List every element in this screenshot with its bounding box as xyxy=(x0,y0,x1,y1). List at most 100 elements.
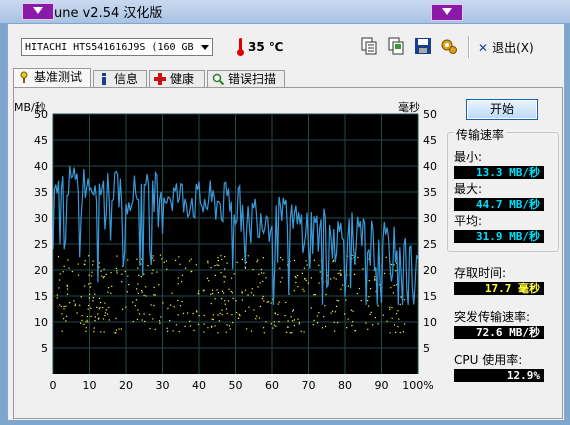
access-time-point xyxy=(208,280,210,282)
exit-label: 退出(X) xyxy=(492,41,534,55)
tab-health[interactable]: 健康 xyxy=(149,70,205,87)
options-icon[interactable] xyxy=(440,37,458,55)
access-time-point xyxy=(93,327,95,329)
copy-image-icon[interactable] xyxy=(387,37,405,55)
access-time-point xyxy=(278,320,280,323)
access-time-point xyxy=(152,255,154,257)
access-time-point xyxy=(212,314,215,316)
access-time-point xyxy=(310,307,312,309)
access-time-point xyxy=(221,290,224,292)
access-time-point xyxy=(220,255,222,257)
close-icon: ✕ xyxy=(478,41,489,55)
access-time-point xyxy=(313,259,315,261)
access-time-point xyxy=(279,256,282,259)
access-time-point xyxy=(383,272,386,275)
access-time-point xyxy=(250,292,253,294)
cpu-usage-value: 12.9% xyxy=(454,369,544,382)
y-tick-label-left: 35 xyxy=(34,186,48,199)
tab-info[interactable]: 信息 xyxy=(93,70,147,87)
access-time-point xyxy=(374,317,376,319)
access-time-point xyxy=(203,314,205,317)
drive-select-value: HITACHI HTS541616J9S (160 GB xyxy=(25,42,194,53)
access-time-point xyxy=(279,281,282,283)
access-time-point xyxy=(156,271,158,273)
chevron-down-icon[interactable] xyxy=(201,45,209,50)
access-time-point xyxy=(224,276,227,278)
x-tick-label: 70 xyxy=(302,379,316,392)
access-time-point xyxy=(303,331,305,333)
access-time-point xyxy=(266,301,268,303)
access-time-point xyxy=(93,331,95,333)
access-time-point xyxy=(263,272,265,274)
access-time-point xyxy=(261,297,264,300)
access-time-point xyxy=(197,323,200,326)
access-time-point xyxy=(217,292,220,294)
access-time-point xyxy=(318,264,320,266)
access-time-point xyxy=(336,321,339,324)
access-time-point xyxy=(89,286,92,288)
access-time-point xyxy=(79,322,82,324)
access-time-point xyxy=(404,299,406,301)
access-time-point xyxy=(293,259,296,262)
access-time-point xyxy=(107,291,109,293)
access-time-point xyxy=(88,274,90,276)
start-button[interactable]: 开始 xyxy=(466,99,538,120)
access-time-point xyxy=(351,325,353,327)
toolbar-separator xyxy=(468,36,470,58)
access-time-point xyxy=(96,306,98,309)
access-time-point xyxy=(278,301,280,303)
access-time-point xyxy=(358,287,361,290)
access-time-point xyxy=(135,299,138,301)
access-time-point xyxy=(319,271,321,273)
access-time-point xyxy=(228,288,230,290)
access-time-point xyxy=(333,277,335,279)
tab-error-scan[interactable]: 错误扫描 xyxy=(207,70,285,87)
access-time-point xyxy=(270,323,272,325)
access-time-point xyxy=(263,300,265,302)
download-icon[interactable] xyxy=(22,3,54,20)
download-icon[interactable] xyxy=(431,4,463,21)
exit-button[interactable]: ✕ 退出(X) xyxy=(478,39,534,56)
access-time-point xyxy=(177,283,179,285)
access-time-point xyxy=(306,264,308,266)
access-time-point xyxy=(196,311,198,313)
save-icon[interactable] xyxy=(414,37,432,55)
copy-text-icon[interactable] xyxy=(360,37,378,55)
access-time-point xyxy=(292,309,295,311)
access-time-point xyxy=(99,306,101,309)
access-time-point xyxy=(388,306,391,308)
access-time-point xyxy=(158,284,160,286)
access-time-point xyxy=(65,315,68,318)
access-time-point xyxy=(321,327,324,329)
drive-select[interactable]: HITACHI HTS541616J9S (160 GB xyxy=(21,38,213,56)
burst-rate-value: 72.6 MB/秒 xyxy=(454,326,544,339)
access-time-point xyxy=(94,293,96,295)
access-time-point xyxy=(67,259,69,261)
access-time-point xyxy=(90,307,92,309)
access-time-point xyxy=(108,319,110,321)
access-time-point xyxy=(147,265,149,267)
access-time-point xyxy=(63,265,65,267)
window-title: une v2.54 汉化版 xyxy=(54,6,163,21)
info-icon xyxy=(102,73,106,85)
access-time-point xyxy=(137,267,139,269)
avg-label: 平均: xyxy=(454,214,483,228)
access-time-point xyxy=(90,282,92,284)
access-time-point xyxy=(211,325,213,327)
access-time-point xyxy=(293,324,295,327)
access-time-point xyxy=(150,304,152,306)
access-time-point xyxy=(298,323,300,325)
access-time-point xyxy=(330,312,332,314)
access-time-point xyxy=(77,274,80,276)
access-time-point xyxy=(214,298,216,300)
access-time-point xyxy=(152,269,154,271)
y-tick-label-right: 35 xyxy=(423,186,437,199)
access-time-point xyxy=(238,313,240,315)
access-time-point xyxy=(221,313,223,316)
access-time-point xyxy=(295,281,297,284)
tab-benchmark[interactable]: 基准测试 xyxy=(13,68,91,88)
access-time-point xyxy=(273,321,275,323)
access-time-point xyxy=(345,299,347,301)
access-time-point xyxy=(170,304,172,306)
temperature-readout: 35 ℃ xyxy=(248,40,284,54)
